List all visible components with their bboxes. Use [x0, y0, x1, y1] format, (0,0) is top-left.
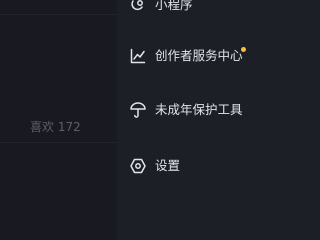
- menu-item-mini-program[interactable]: 小程序: [117, 0, 320, 23]
- app-screen: 喜欢 172 小程序 创作者服务中心 未成年保护工具 设置: [0, 0, 320, 240]
- chart-line-icon: [129, 47, 147, 65]
- likes-count: 喜欢 172: [30, 120, 81, 134]
- settings-hexagon-icon: [129, 157, 147, 175]
- divider: [0, 14, 117, 15]
- menu-item-minor-protection[interactable]: 未成年保护工具: [117, 92, 320, 128]
- menu-item-label: 创作者服务中心: [155, 48, 243, 63]
- side-drawer: 小程序 创作者服务中心 未成年保护工具 设置: [117, 0, 320, 240]
- divider: [0, 142, 117, 143]
- profile-backdrop[interactable]: 喜欢 172: [0, 0, 117, 240]
- menu-item-label: 小程序: [155, 0, 193, 12]
- menu-item-creator-center[interactable]: 创作者服务中心: [117, 38, 320, 74]
- notification-dot: [241, 47, 246, 52]
- menu-item-label: 未成年保护工具: [155, 102, 243, 117]
- menu-item-settings[interactable]: 设置: [117, 148, 320, 184]
- mini-program-icon: [129, 0, 147, 14]
- umbrella-icon: [129, 101, 147, 119]
- menu-item-label: 设置: [155, 158, 181, 173]
